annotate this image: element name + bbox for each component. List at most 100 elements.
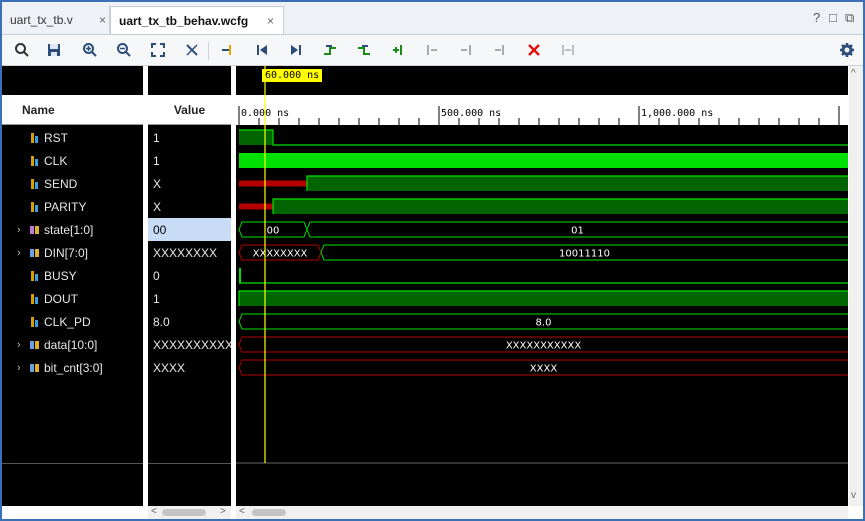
- previous-transition-icon[interactable]: [318, 38, 342, 62]
- signal-row[interactable]: RST: [2, 126, 143, 149]
- scroll-left-icon[interactable]: <: [151, 506, 157, 517]
- search-icon[interactable]: [10, 38, 34, 62]
- signal-row[interactable]: › state[1:0]: [2, 218, 143, 241]
- signal-row[interactable]: CLK: [2, 149, 143, 172]
- signal-name: data[10:0]: [44, 337, 98, 352]
- signal-icon: [31, 293, 38, 304]
- signal-value[interactable]: XXXXXXXXXXX: [148, 333, 231, 356]
- zoom-fit-icon[interactable]: [146, 38, 170, 62]
- settings-icon[interactable]: [835, 38, 859, 62]
- waveform-toolbar: [2, 35, 863, 66]
- close-icon[interactable]: ×: [99, 13, 106, 27]
- waveform-svg: 0.000 ns 500.000 ns 1,000.000 ns00 01XXXXXX…: [236, 66, 848, 464]
- float-icon[interactable]: ⧉: [845, 10, 854, 26]
- chevron-right-icon[interactable]: ›: [17, 339, 21, 351]
- vertical-scrollbar[interactable]: ^ v: [849, 66, 863, 506]
- signal-icon: [31, 155, 38, 166]
- help-icon[interactable]: ?: [813, 10, 820, 25]
- go-to-end-icon[interactable]: [284, 38, 308, 62]
- signal-value[interactable]: X: [148, 195, 231, 218]
- signal-row[interactable]: › bit_cnt[3:0]: [2, 356, 143, 379]
- signal-name: DOUT: [44, 291, 78, 306]
- signal-name: bit_cnt[3:0]: [44, 360, 103, 375]
- next-transition-icon[interactable]: [352, 38, 376, 62]
- signal-row[interactable]: BUSY: [2, 264, 143, 287]
- signal-row[interactable]: DOUT: [2, 287, 143, 310]
- signal-row[interactable]: › data[10:0]: [2, 333, 143, 356]
- waveform-horizontal-scrollbar[interactable]: <: [236, 506, 848, 519]
- wave-value-label: XXXX: [530, 364, 558, 375]
- signal-value[interactable]: 8.0: [148, 310, 231, 333]
- bus-signal-icon: [30, 225, 39, 234]
- ruler-label: 500.000 ns: [441, 108, 501, 119]
- signal-value[interactable]: 1: [148, 287, 231, 310]
- zoom-in-icon[interactable]: [78, 38, 102, 62]
- signal-name: CLK: [44, 153, 68, 168]
- signal-name: CLK_PD: [44, 314, 91, 329]
- wave-parity-x: [239, 203, 273, 210]
- scrollbar-thumb[interactable]: [252, 509, 286, 516]
- wave-parity: [273, 199, 848, 214]
- swap-cursors-icon[interactable]: [556, 38, 580, 62]
- name-column-header[interactable]: Name: [2, 95, 143, 125]
- add-marker-icon[interactable]: [386, 38, 410, 62]
- wave-send-x: [239, 180, 307, 187]
- wave-value-label: XXXXXXXX: [253, 249, 308, 260]
- wave-value-label: 01: [571, 226, 584, 237]
- signal-value[interactable]: 1: [148, 126, 231, 149]
- signal-row[interactable]: SEND: [2, 172, 143, 195]
- chevron-right-icon[interactable]: ›: [17, 362, 21, 374]
- signal-value[interactable]: 0: [148, 264, 231, 287]
- toolbar-separator: [208, 42, 209, 60]
- close-icon[interactable]: ×: [267, 14, 274, 28]
- save-icon[interactable]: [42, 38, 66, 62]
- tab-uart-tx-tb-v[interactable]: uart_tx_tb.v ×: [2, 6, 110, 33]
- signal-name: PARITY: [44, 199, 87, 214]
- remove-marker-icon[interactable]: [488, 38, 512, 62]
- signal-name: DIN[7:0]: [44, 245, 89, 260]
- tab-uart-tx-tb-behav-wcfg[interactable]: uart_tx_tb_behav.wcfg ×: [110, 6, 284, 34]
- scroll-right-icon[interactable]: >: [220, 506, 226, 517]
- signal-row[interactable]: › DIN[7:0]: [2, 241, 143, 264]
- delete-icon[interactable]: [522, 38, 546, 62]
- wave-value-label: 10011110: [559, 249, 610, 260]
- value-horizontal-scrollbar[interactable]: < >: [148, 506, 231, 519]
- scrollbar-thumb[interactable]: [162, 509, 206, 516]
- go-to-time-icon[interactable]: [216, 38, 240, 62]
- wave-busy: [239, 268, 241, 283]
- tab-bar: uart_tx_tb.v × uart_tx_tb_behav.wcfg × ?…: [2, 2, 863, 35]
- next-marker-icon[interactable]: [454, 38, 478, 62]
- previous-marker-icon[interactable]: [420, 38, 444, 62]
- wave-rst: [239, 130, 273, 145]
- cursor-time-label[interactable]: 60.000 ns: [262, 69, 323, 82]
- signal-value[interactable]: 1: [148, 149, 231, 172]
- chevron-right-icon[interactable]: ›: [17, 247, 21, 259]
- bus-signal-icon: [30, 340, 39, 349]
- signal-row[interactable]: CLK_PD: [2, 310, 143, 333]
- divider: [2, 463, 143, 464]
- signal-value[interactable]: 00: [148, 218, 231, 241]
- zoom-out-icon[interactable]: [112, 38, 136, 62]
- tab-label: uart_tx_tb.v: [10, 12, 73, 27]
- scroll-down-icon[interactable]: v: [851, 490, 856, 501]
- signal-icon: [31, 270, 38, 281]
- value-column-header[interactable]: Value: [148, 95, 231, 125]
- tab-label: uart_tx_tb_behav.wcfg: [119, 13, 249, 28]
- go-to-start-icon[interactable]: [250, 38, 274, 62]
- signal-value[interactable]: X: [148, 172, 231, 195]
- wave-value-label: 00: [267, 226, 280, 237]
- signal-icon: [31, 316, 38, 327]
- cursor-icon[interactable]: [180, 38, 204, 62]
- signal-row[interactable]: PARITY: [2, 195, 143, 218]
- signal-icon: [31, 132, 38, 143]
- signal-value[interactable]: XXXX: [148, 356, 231, 379]
- wave-value-label: XXXXXXXXXXX: [506, 341, 582, 352]
- chevron-right-icon[interactable]: ›: [17, 224, 21, 236]
- restore-icon[interactable]: □: [829, 10, 837, 25]
- signal-value[interactable]: XXXXXXXX: [148, 241, 231, 264]
- scroll-left-icon[interactable]: <: [239, 506, 245, 517]
- divider: [148, 463, 231, 464]
- scroll-up-icon[interactable]: ^: [851, 68, 856, 79]
- waveform-canvas[interactable]: 0.000 ns 500.000 ns 1,000.000 ns 00 01 XXXXXX…: [236, 66, 848, 506]
- signal-icon: [31, 201, 38, 212]
